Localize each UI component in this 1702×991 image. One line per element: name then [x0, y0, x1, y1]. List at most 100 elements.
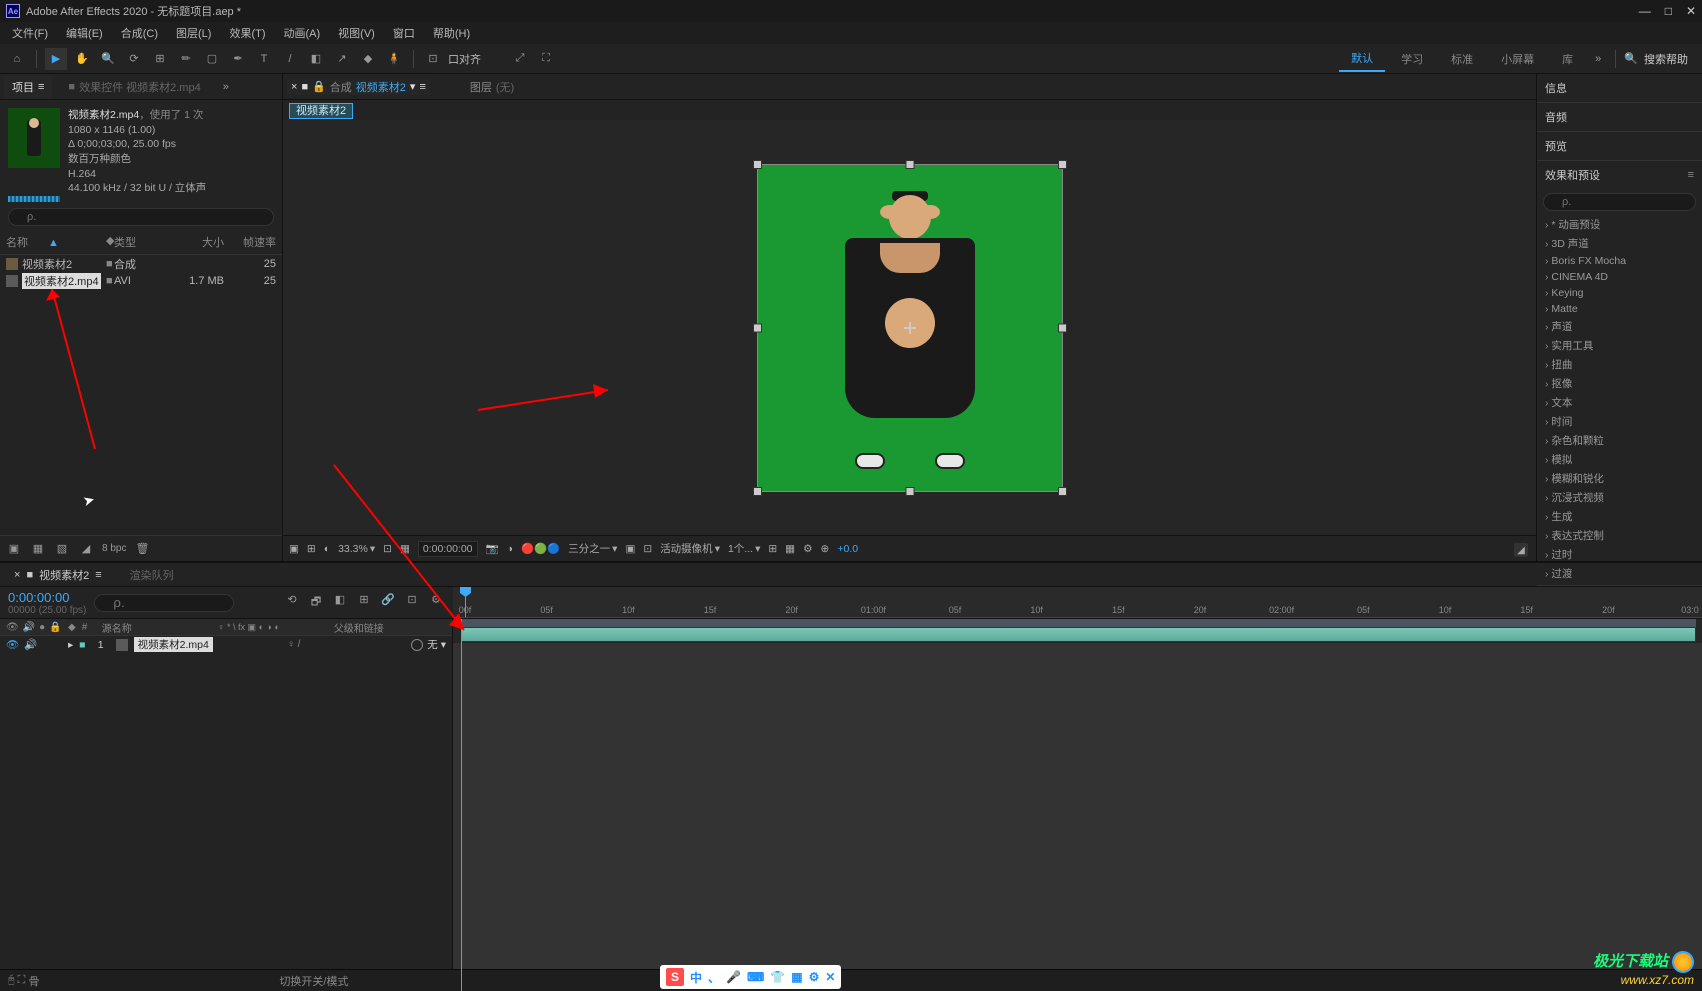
minimize-button[interactable]: —: [1639, 4, 1651, 18]
parent-dropdown[interactable]: 无 ▾: [427, 637, 446, 652]
effects-search-input[interactable]: [1543, 193, 1696, 211]
cti-playhead[interactable]: [465, 587, 466, 617]
workspace-small[interactable]: 小屏幕: [1489, 47, 1546, 71]
menu-window[interactable]: 窗口: [385, 22, 423, 44]
panel-effects-presets[interactable]: 效果和预设≡: [1537, 161, 1702, 189]
comp-flowchart-tag[interactable]: 视频素材2: [289, 103, 353, 119]
effect-category[interactable]: 抠像: [1537, 374, 1702, 393]
camera-tool[interactable]: ⊞: [149, 48, 171, 70]
transform-handle[interactable]: [754, 161, 761, 168]
workspace-standard[interactable]: 标准: [1439, 47, 1485, 71]
ime-punct[interactable]: 、: [708, 969, 720, 986]
tl-tool-4[interactable]: ⊞: [355, 593, 373, 612]
tl-tool-2[interactable]: 🗗: [307, 593, 325, 612]
alpha-toggle[interactable]: ▣: [289, 543, 299, 555]
text-tool[interactable]: T: [253, 48, 275, 70]
brush-tool[interactable]: /: [279, 48, 301, 70]
ime-toolbox-icon[interactable]: ▦: [791, 970, 802, 984]
extra1-icon[interactable]: ⊞: [768, 543, 777, 555]
timeline-track-area[interactable]: [453, 619, 1702, 991]
timeline-tab-comp[interactable]: × ■ 视频素材2 ≡: [8, 565, 108, 585]
viewer-timecode[interactable]: 0:00:00:00: [418, 541, 478, 557]
composition-viewer[interactable]: [283, 120, 1536, 535]
workspace-learn[interactable]: 学习: [1389, 47, 1435, 71]
effect-category[interactable]: Boris FX Mocha: [1537, 253, 1702, 269]
timeline-search-input[interactable]: [94, 594, 234, 612]
project-item-video[interactable]: 视频素材2.mp4 ■ AVI 1.7 MB 25: [0, 272, 282, 289]
effect-category[interactable]: Keying: [1537, 285, 1702, 301]
project-search-input[interactable]: [8, 208, 274, 226]
snap-fullscreen-icon[interactable]: ⛶: [535, 48, 557, 70]
transform-handle[interactable]: [1059, 488, 1066, 495]
anchor-tool[interactable]: ✏: [175, 48, 197, 70]
rotate-tool[interactable]: ⟳: [123, 48, 145, 70]
transform-handle[interactable]: [1059, 324, 1066, 331]
views-dropdown[interactable]: 1个... ▾: [728, 541, 760, 556]
tl-tool-7[interactable]: ⚙: [427, 593, 445, 612]
pen-tool[interactable]: ✒: [227, 48, 249, 70]
status-icon-2[interactable]: ⛶: [18, 974, 26, 987]
timeline-tab-render[interactable]: 渲染队列: [124, 565, 180, 585]
transform-handle[interactable]: [754, 324, 761, 331]
ime-toolbar[interactable]: S 中 、 🎤 ⌨ 👕 ▦ ⚙ ✕: [660, 965, 841, 989]
bit-depth[interactable]: 8 bpc: [102, 543, 126, 554]
effect-category[interactable]: 3D 声道: [1537, 234, 1702, 253]
project-columns-header[interactable]: 名称▲ ◆ 类型 大小 帧速率: [0, 230, 282, 255]
menu-layer[interactable]: 图层(L): [168, 22, 219, 44]
effect-category[interactable]: 实用工具: [1537, 336, 1702, 355]
ime-skin-icon[interactable]: 👕: [770, 970, 785, 984]
rgb-button[interactable]: 🔴🟢🔵: [521, 542, 560, 555]
tab-effect-controls[interactable]: ■ 效果控件 视频素材2.mp4: [60, 75, 208, 99]
close-button[interactable]: ✕: [1686, 4, 1696, 18]
interpret-footage-button[interactable]: ▣: [6, 541, 22, 557]
zoom-tool[interactable]: 🔍: [97, 48, 119, 70]
zoom-dropdown[interactable]: 33.3% ▾: [338, 543, 375, 555]
timeline-timecode[interactable]: 0:00:00:00: [8, 590, 86, 605]
effect-category[interactable]: 过时: [1537, 545, 1702, 564]
effect-category[interactable]: 扭曲: [1537, 355, 1702, 374]
effect-category[interactable]: 文本: [1537, 393, 1702, 412]
panel-info[interactable]: 信息: [1537, 74, 1702, 102]
time-ruler[interactable]: 00f05f10f15f20f01:00f05f10f15f20f02:00f0…: [453, 587, 1702, 618]
channel-button[interactable]: ◑: [507, 543, 513, 555]
anchor-point-icon[interactable]: [904, 322, 916, 334]
ime-settings-icon[interactable]: ⚙: [809, 970, 820, 984]
panel-resize-icon[interactable]: ◢: [1514, 543, 1528, 557]
menu-help[interactable]: 帮助(H): [425, 22, 478, 44]
new-folder-button[interactable]: ▦: [30, 541, 46, 557]
effect-category[interactable]: 模糊和锐化: [1537, 469, 1702, 488]
transform-handle[interactable]: [906, 488, 913, 495]
maximize-button[interactable]: □: [1665, 4, 1672, 18]
ime-close-icon[interactable]: ✕: [825, 970, 835, 984]
panel-preview[interactable]: 预览: [1537, 132, 1702, 160]
menu-animation[interactable]: 动画(A): [276, 22, 329, 44]
layer-audio-toggle[interactable]: 🔊: [24, 638, 36, 651]
eraser-tool[interactable]: ↗: [331, 48, 353, 70]
menu-view[interactable]: 视图(V): [330, 22, 383, 44]
ime-mic-icon[interactable]: 🎤: [726, 970, 741, 984]
pickwhip-icon[interactable]: [411, 639, 423, 651]
effect-category[interactable]: 声道: [1537, 317, 1702, 336]
transform-handle[interactable]: [1059, 161, 1066, 168]
layer-switches[interactable]: ♀ /: [287, 639, 397, 650]
workspace-more[interactable]: »: [1589, 53, 1607, 65]
ime-keyboard-icon[interactable]: ⌨: [747, 970, 764, 984]
extra3-icon[interactable]: ⚙: [803, 543, 812, 555]
tab-composition[interactable]: × ■ 🔒 合成 视频素材2 ▾ ≡: [287, 79, 430, 95]
menu-file[interactable]: 文件(F): [4, 22, 56, 44]
snap-toggle[interactable]: ⊡: [422, 48, 444, 70]
view2-icon[interactable]: ⊡: [643, 543, 652, 555]
grid-toggle[interactable]: ⊞: [307, 543, 316, 555]
menu-composition[interactable]: 合成(C): [113, 22, 166, 44]
cti-line[interactable]: [461, 619, 462, 991]
effect-category[interactable]: 杂色和颗粒: [1537, 431, 1702, 450]
tl-tool-1[interactable]: ⟲: [283, 593, 301, 612]
clone-tool[interactable]: ◧: [305, 48, 327, 70]
menu-edit[interactable]: 编辑(E): [58, 22, 111, 44]
project-item-comp[interactable]: 视频素材2 ■ 合成 25: [0, 255, 282, 272]
extra4-icon[interactable]: ⊕: [821, 543, 830, 555]
layer-row-1[interactable]: 👁 🔊 ▸ ■ 1 视频素材2.mp4 ♀ / 无 ▾: [0, 636, 452, 653]
effect-category[interactable]: 表达式控制: [1537, 526, 1702, 545]
delete-button[interactable]: 🗑: [134, 541, 150, 557]
snap-expand-icon[interactable]: ⤢: [509, 48, 531, 70]
